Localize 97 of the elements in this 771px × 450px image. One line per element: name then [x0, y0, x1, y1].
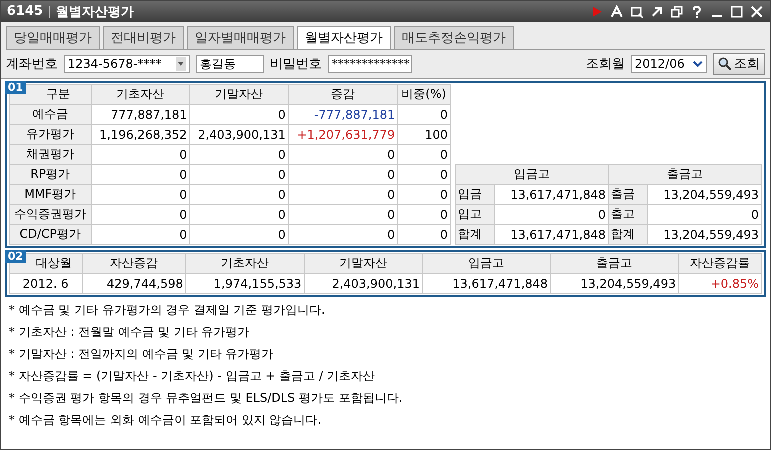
tab[interactable]: 매도추정손익평가 [394, 26, 514, 49]
table-cell: 0 [288, 184, 398, 204]
account-dropdown[interactable]: 1234-5678-**** [64, 55, 190, 73]
table-cell: 0 [288, 224, 398, 244]
column-header: 자산증감률 [678, 254, 762, 274]
table-cell: 0 [648, 204, 762, 224]
close-icon[interactable] [750, 4, 764, 18]
row-header: 출고 [608, 204, 648, 224]
table-cell: 0 [190, 224, 288, 244]
column-header: 비중(%) [398, 84, 450, 104]
table-cell: 0 [190, 144, 288, 164]
note-text: * 수익증권 평가 항목의 경우 뮤추얼펀드 및 ELS/DLS 평가도 포함됩니다. [9, 390, 404, 407]
table-cell: +1,207,631,779 [288, 124, 398, 144]
table-cell: 0 [190, 184, 288, 204]
column-header: 기초자산 [91, 84, 190, 104]
password-label: 비밀번호 [270, 56, 322, 73]
note-text: * 기말자산 : 전일까지의 예수금 및 기타 유가평가 [9, 346, 275, 363]
table-cell: 429,744,598 [82, 274, 186, 294]
font-icon[interactable] [610, 4, 624, 18]
table-cell: 0 [494, 204, 608, 224]
table-cell: 13,204,559,493 [648, 224, 762, 244]
screen-number: 6145 [7, 4, 44, 19]
row-header: 합계 [456, 224, 494, 244]
row-header: MMF평가 [10, 184, 92, 204]
table-cell: 0 [398, 204, 450, 224]
window-title: 월별자산평가 [56, 4, 134, 20]
section-badge: 01 [5, 81, 26, 94]
name-field[interactable]: 홍길동 [196, 55, 264, 73]
month-dropdown[interactable]: 2012/06 [631, 55, 707, 73]
row-header: RP평가 [10, 164, 92, 184]
column-header: 출금고 [550, 254, 679, 274]
table-cell: 0 [91, 164, 190, 184]
table-cell: 13,204,559,493 [648, 184, 762, 204]
table-cell: 0 [190, 204, 288, 224]
table-cell: 0 [398, 224, 450, 244]
table-cell: 1,196,268,352 [91, 124, 190, 144]
table-cell: 0 [398, 104, 450, 124]
table-cell: 1,974,155,533 [186, 274, 304, 294]
row-header: 채권평가 [10, 144, 92, 164]
table-cell: 2,403,900,131 [190, 124, 288, 144]
new-window-icon[interactable] [630, 4, 644, 18]
table-cell: 0 [398, 184, 450, 204]
note-text: * 기초자산 : 전월말 예수금 및 기타 유가평가 [9, 324, 251, 341]
column-header: 입금고 [422, 254, 551, 274]
note-text: * 예수금 및 기타 유가평가의 경우 결제일 기준 평가입니다. [9, 302, 326, 319]
column-header: 기초자산 [186, 254, 304, 274]
column-header: 기말자산 [304, 254, 422, 274]
table-cell: 13,204,559,493 [550, 274, 679, 294]
table-cell: 0 [398, 144, 450, 164]
table-cell: 0 [91, 204, 190, 224]
table-cell: 0 [288, 144, 398, 164]
search-icon [718, 57, 732, 71]
table-cell: 0 [288, 164, 398, 184]
table-cell: 13,617,471,848 [494, 184, 608, 204]
help-icon[interactable] [690, 4, 704, 18]
table-cell: -777,887,181 [288, 104, 398, 124]
table-cell: 0 [91, 144, 190, 164]
maximize-icon[interactable] [730, 4, 744, 18]
row-header: 예수금 [10, 104, 92, 124]
note-text: * 자산증감률 = (기말자산 - 기초자산) - 입금고 + 출금고 / 기초자산 [9, 368, 376, 385]
table-cell: 0 [398, 164, 450, 184]
table-cell: 2,403,900,131 [304, 274, 422, 294]
table-cell: 0 [190, 104, 288, 124]
column-header: 기말자산 [190, 84, 288, 104]
table-cell: 0 [190, 164, 288, 184]
section-badge: 02 [5, 250, 26, 263]
row-header: 유가평가 [10, 124, 92, 144]
table-cell: 13,617,471,848 [422, 274, 551, 294]
row-header: CD/CP평가 [10, 224, 92, 244]
password-field[interactable]: ************* [328, 55, 412, 73]
table-cell: 2012. 6 [10, 274, 82, 294]
column-header: 자산증감 [82, 254, 186, 274]
row-header: 수익증권평가 [10, 204, 92, 224]
table-cell: 100 [398, 124, 450, 144]
table-cell: 13,617,471,848 [494, 224, 608, 244]
tab[interactable]: 일자별매매평가 [187, 26, 294, 49]
arrow-icon[interactable] [650, 4, 664, 18]
account-label: 계좌번호 [6, 56, 58, 73]
row-header: 출금 [608, 184, 648, 204]
table-cell: +0.85% [678, 274, 762, 294]
tab[interactable]: 월별자산평가 [297, 26, 391, 49]
table-cell: 0 [91, 184, 190, 204]
row-header: 입고 [456, 204, 494, 224]
table-cell: 0 [91, 224, 190, 244]
table-cell: 0 [288, 204, 398, 224]
note-text: * 예수금 항목에는 외화 예수금이 포함되어 있지 않습니다. [9, 412, 323, 429]
row-header: 입금 [456, 184, 494, 204]
table-cell: 777,887,181 [91, 104, 190, 124]
query-button[interactable]: 조회 [713, 53, 765, 75]
column-header: 출금고 [608, 164, 762, 184]
column-header: 증감 [288, 84, 398, 104]
restore-icon[interactable] [670, 4, 684, 18]
tab[interactable]: 전대비평가 [103, 26, 184, 49]
column-header: 입금고 [456, 164, 608, 184]
month-label: 조회월 [586, 56, 625, 73]
row-header: 합계 [608, 224, 648, 244]
tab[interactable]: 당일매매평가 [6, 26, 100, 49]
